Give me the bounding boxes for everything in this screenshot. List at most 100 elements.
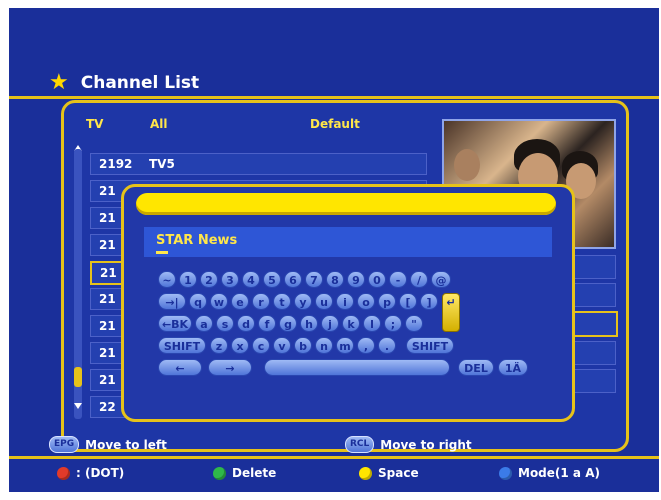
key-g[interactable]: g [279, 315, 297, 332]
key-tab[interactable]: →| [158, 293, 186, 310]
key-t[interactable]: t [273, 293, 291, 310]
rcl-key[interactable]: RCL [345, 436, 375, 453]
green-hint: Delete [213, 466, 276, 480]
person-face [454, 149, 480, 181]
key-w[interactable]: w [210, 293, 228, 310]
keyboard-dialog: STAR News ~ 1 2 3 4 5 6 7 8 9 0 - / @ →|… [121, 184, 575, 422]
star-icon: ★ [49, 70, 69, 95]
header-divider [9, 96, 659, 99]
key-b[interactable]: b [294, 337, 312, 354]
key-v[interactable]: v [273, 337, 291, 354]
key-r[interactable]: r [252, 293, 270, 310]
text-cursor [156, 251, 168, 254]
blue-button-icon[interactable] [499, 466, 512, 480]
enter-icon: ↵ [446, 296, 456, 309]
red-hint-label: : (DOT) [76, 466, 125, 480]
red-button-icon[interactable] [57, 466, 70, 480]
key-minus[interactable]: - [389, 271, 407, 288]
input-value: STAR News [156, 233, 238, 248]
key-k[interactable]: k [342, 315, 360, 332]
key-l[interactable]: l [363, 315, 381, 332]
channel-row[interactable]: 2192 TV5 [90, 153, 427, 175]
key-shift-left[interactable]: SHIFT [158, 337, 206, 354]
key-shift-right[interactable]: SHIFT [406, 337, 454, 354]
key-left-arrow[interactable]: ← [158, 359, 202, 376]
key-9[interactable]: 9 [347, 271, 365, 288]
all-header: All [150, 117, 168, 131]
key-o[interactable]: o [357, 293, 375, 310]
page-title: Channel List [80, 73, 200, 93]
key-0[interactable]: 0 [368, 271, 386, 288]
key-slash[interactable]: / [410, 271, 428, 288]
key-j[interactable]: j [321, 315, 339, 332]
key-semicolon[interactable]: ; [384, 315, 402, 332]
key-backspace[interactable]: ←BK [158, 315, 192, 332]
key-p[interactable]: p [378, 293, 396, 310]
key-right-bracket[interactable]: ] [420, 293, 438, 310]
key-c[interactable]: c [252, 337, 270, 354]
channel-number: 21 [99, 211, 116, 225]
key-left-bracket[interactable]: [ [399, 293, 417, 310]
yellow-hint: Space [359, 466, 419, 480]
channel-number: 21 [99, 292, 116, 306]
channel-number: 21 [99, 346, 116, 360]
key-u[interactable]: u [315, 293, 333, 310]
blue-hint: Mode(1 a A) [499, 466, 600, 480]
channel-number: 21 [99, 319, 116, 333]
key-3[interactable]: 3 [221, 271, 239, 288]
rcl-hint-label: Move to right [380, 437, 472, 452]
key-8[interactable]: 8 [326, 271, 344, 288]
text-input[interactable]: STAR News [144, 227, 552, 257]
key-h[interactable]: h [300, 315, 318, 332]
epg-key[interactable]: EPG [49, 436, 80, 453]
key-1[interactable]: 1 [179, 271, 197, 288]
rcl-hint: RCL Move to right [345, 436, 472, 453]
channel-number: 21 [99, 238, 116, 252]
key-i[interactable]: i [336, 293, 354, 310]
tv-screen: ★ Channel List TV All Default 2192 TV5 2… [9, 8, 659, 492]
footer-divider [9, 456, 659, 459]
key-7[interactable]: 7 [305, 271, 323, 288]
key-m[interactable]: m [336, 337, 354, 354]
yellow-button-icon[interactable] [359, 466, 372, 480]
key-d[interactable]: d [237, 315, 255, 332]
key-at[interactable]: @ [431, 271, 451, 288]
channel-number: 21 [99, 373, 116, 387]
green-hint-label: Delete [232, 466, 277, 480]
key-delete[interactable]: DEL [458, 359, 494, 376]
green-button-icon[interactable] [213, 466, 226, 480]
key-a[interactable]: a [195, 315, 213, 332]
red-hint: : (DOT) [57, 466, 124, 480]
tv-header: TV [86, 117, 104, 131]
key-2[interactable]: 2 [200, 271, 218, 288]
key-space[interactable] [264, 359, 450, 376]
epg-hint: EPG Move to left [49, 436, 167, 453]
key-4[interactable]: 4 [242, 271, 260, 288]
key-q[interactable]: q [189, 293, 207, 310]
key-n[interactable]: n [315, 337, 333, 354]
key-5[interactable]: 5 [263, 271, 281, 288]
key-f[interactable]: f [258, 315, 276, 332]
key-e[interactable]: e [231, 293, 249, 310]
key-y[interactable]: y [294, 293, 312, 310]
scroll-down-icon[interactable] [74, 403, 82, 409]
key-period[interactable]: . [378, 337, 396, 354]
key-comma[interactable]: , [357, 337, 375, 354]
default-header: Default [310, 117, 360, 131]
key-hints-bar: EPG Move to left RCL Move to right [9, 434, 659, 456]
key-z[interactable]: z [210, 337, 228, 354]
key-x[interactable]: x [231, 337, 249, 354]
epg-hint-label: Move to left [85, 437, 167, 452]
enter-key[interactable]: ↵ [442, 293, 460, 332]
key-s[interactable]: s [216, 315, 234, 332]
channel-number: 22 [99, 400, 116, 414]
key-6[interactable]: 6 [284, 271, 302, 288]
scroll-thumb[interactable] [74, 367, 82, 387]
dialog-title-bar [136, 193, 556, 215]
key-mode[interactable]: 1Ä [498, 359, 528, 376]
blue-hint-label: Mode(1 a A) [518, 466, 600, 480]
key-quote[interactable]: " [405, 315, 423, 332]
key-right-arrow[interactable]: → [208, 359, 252, 376]
key-tilde[interactable]: ~ [158, 271, 176, 288]
yellow-hint-label: Space [378, 466, 419, 480]
